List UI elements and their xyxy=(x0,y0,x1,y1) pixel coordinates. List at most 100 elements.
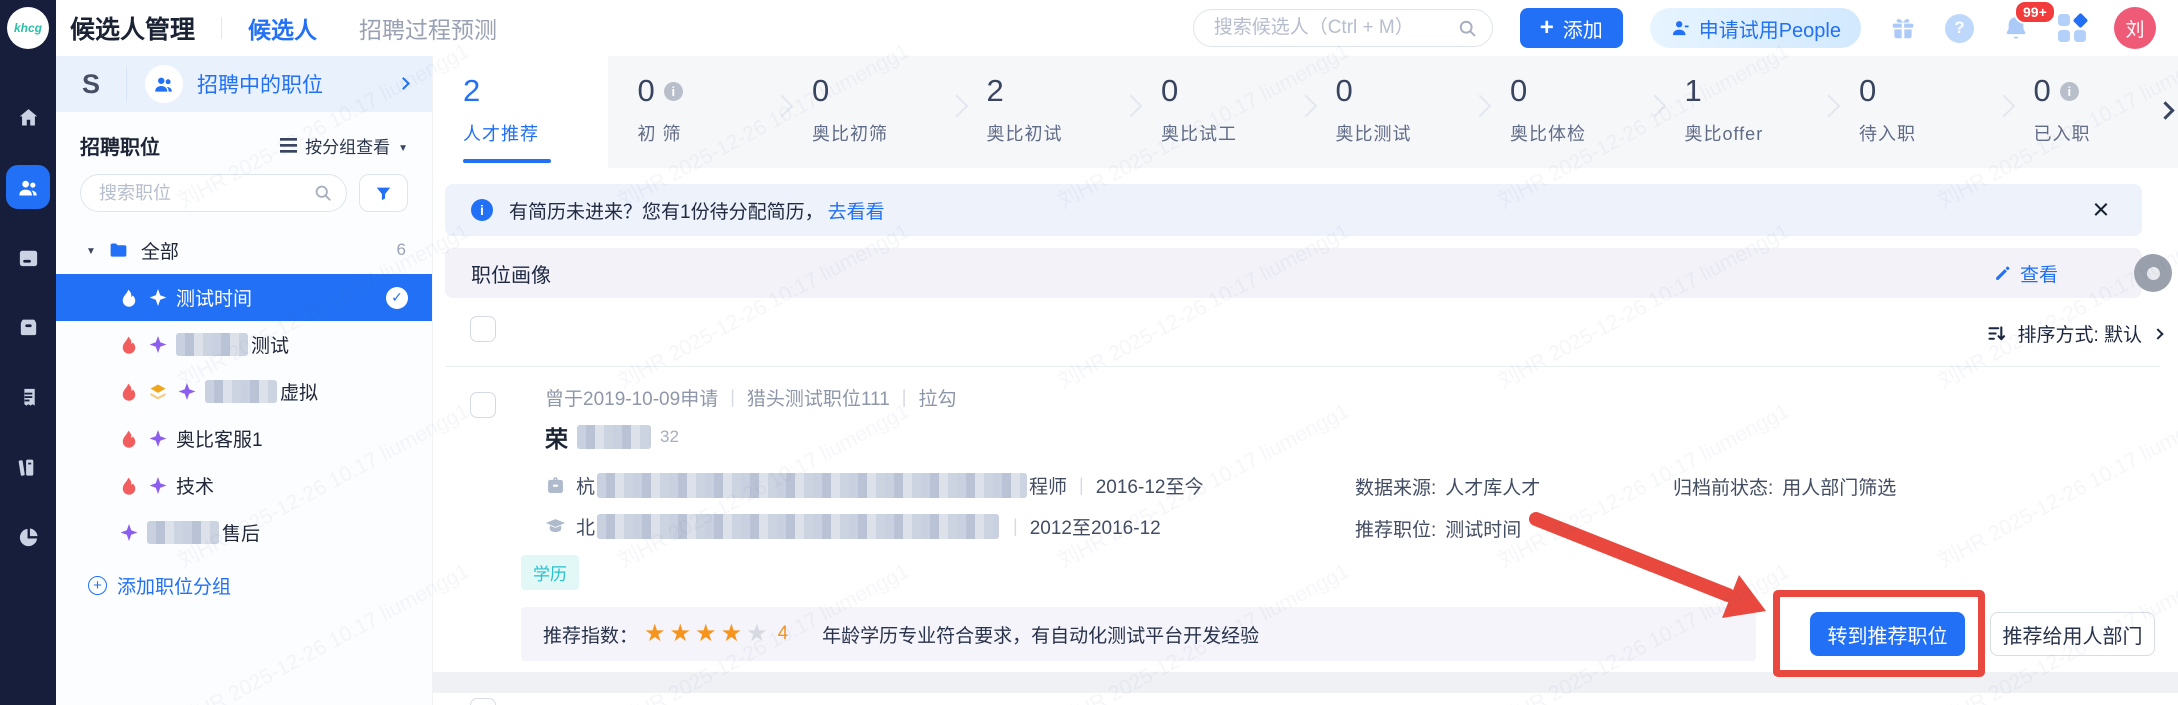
rail-item-home[interactable] xyxy=(6,95,50,139)
top-bar: 候选人管理 候选人 招聘过程预测 添加 申请试用People xyxy=(56,0,2178,56)
banner-text: 有简历未进来？您有1份待分配简历， xyxy=(509,201,824,223)
pipeline-stage-4[interactable]: 0 奥比试工 xyxy=(1131,56,1306,168)
field-recommended-job: 推荐职位: 测试时间 xyxy=(1355,520,1522,541)
sidebar-logo[interactable]: S xyxy=(56,69,126,100)
pipeline-stage-2[interactable]: 0 奥比初筛 xyxy=(782,56,957,168)
add-job-group-label: 添加职位分组 xyxy=(117,577,232,598)
sparkle-icon xyxy=(147,475,169,497)
layers-icon xyxy=(147,381,169,403)
pipeline-stage-8[interactable]: 0 待入职 xyxy=(1829,56,2004,168)
flame-icon xyxy=(118,428,140,450)
meta-source: 拉勾 xyxy=(918,389,957,410)
sidebar-job-item-0[interactable]: 测试时间 ✓ xyxy=(56,274,432,321)
flame-icon xyxy=(118,287,140,309)
candidate-card[interactable]: 曾于2019-10-09申请 | 猎头测试职位111 | 拉勾 荣 32 杭 程… xyxy=(433,367,2178,677)
job-search-input[interactable] xyxy=(97,181,277,205)
apps-grid-icon[interactable] xyxy=(2058,12,2089,43)
sidebar-job-item-1[interactable]: 测试 xyxy=(80,321,408,368)
header-tab-1[interactable]: 招聘过程预测 xyxy=(359,11,497,45)
rail-item-archive[interactable] xyxy=(6,305,50,349)
close-icon[interactable] xyxy=(2086,196,2116,225)
education-row: 北 | 2012至2016-12 xyxy=(545,513,1161,540)
stage-count: 0i xyxy=(638,73,783,109)
rail-item-people[interactable] xyxy=(6,165,50,209)
redacted-school xyxy=(597,514,1000,539)
folder-icon xyxy=(108,240,129,261)
plus-icon xyxy=(1540,16,1554,41)
stage-label: 奥比测试 xyxy=(1335,124,1412,144)
add-candidate-button[interactable]: 添加 xyxy=(1519,8,1623,48)
rail-item-report[interactable] xyxy=(6,375,50,419)
stage-count: 0i xyxy=(2034,73,2178,109)
pipeline-stage-5[interactable]: 0 奥比测试 xyxy=(1305,56,1480,168)
job-item-label: 技术 xyxy=(176,477,215,498)
sidebar-job-item-2[interactable]: 虚拟 xyxy=(80,368,408,415)
redacted-text xyxy=(176,333,248,356)
pipeline-stage-6[interactable]: 0 奥比体检 xyxy=(1480,56,1655,168)
view-profile-label: 查看 xyxy=(2019,264,2058,286)
graduation-cap-icon xyxy=(545,519,566,533)
sidebar-job-item-5[interactable]: 售后 xyxy=(80,509,408,556)
pencil-icon xyxy=(1996,266,2010,280)
next-candidate-checkbox[interactable] xyxy=(470,698,496,705)
rail-item-analytics[interactable] xyxy=(6,515,50,559)
candidate-search-input[interactable] xyxy=(1211,16,1442,40)
select-all-checkbox[interactable] xyxy=(470,316,496,342)
star-icon: ★ xyxy=(746,620,768,647)
stage-count: 0 xyxy=(1335,73,1353,108)
job-search[interactable] xyxy=(80,174,347,212)
meta-job: 猎头测试职位111 xyxy=(746,389,890,410)
header-tab-0[interactable]: 候选人 xyxy=(248,11,317,45)
move-to-recommended-button[interactable]: 转到推荐职位 xyxy=(1810,612,1965,656)
rail-item-calendar[interactable] xyxy=(6,235,50,279)
stage-count: 1 xyxy=(1684,73,1702,108)
pipeline-stage-7[interactable]: 1 奥比offer xyxy=(1654,56,1829,168)
stage-label: 奥比初试 xyxy=(986,124,1063,144)
avatar[interactable]: 刘 xyxy=(2114,7,2156,49)
candidate-search[interactable] xyxy=(1192,9,1493,47)
field-data-source: 数据来源: 人才库人才 xyxy=(1355,478,1541,499)
sort-control[interactable]: 排序方式: 默认 xyxy=(1986,320,2164,347)
candidate-checkbox[interactable] xyxy=(470,392,496,418)
sidebar-job-item-3[interactable]: 奥比客服1 xyxy=(80,415,408,462)
pipeline-stage-9[interactable]: 0 i 已入职 xyxy=(2003,56,2178,168)
trial-people-button[interactable]: 申请试用People xyxy=(1649,8,1861,48)
job-group-all[interactable]: 全部 6 xyxy=(80,232,408,268)
app-logo[interactable]: khcg xyxy=(7,7,49,49)
candidate-meta: 曾于2019-10-09申请 | 猎头测试职位111 | 拉勾 xyxy=(545,384,956,411)
filter-button[interactable] xyxy=(359,174,408,212)
job-item-label: 售后 xyxy=(222,524,261,545)
caret-down-icon xyxy=(398,136,408,156)
rail-item-library[interactable] xyxy=(6,445,50,489)
flame-icon xyxy=(118,334,140,356)
caret-down-icon[interactable] xyxy=(86,241,96,259)
gift-icon[interactable] xyxy=(1888,13,1918,43)
floating-assistant-button[interactable] xyxy=(2134,254,2172,292)
help-icon[interactable] xyxy=(1945,13,1974,43)
pipeline-stage-3[interactable]: 2 奥比初试 xyxy=(956,56,1131,168)
people-circle-icon xyxy=(145,65,183,103)
view-profile-link[interactable]: 查看 xyxy=(1993,260,2058,287)
chevron-right-icon xyxy=(2152,327,2164,340)
notifications-bell-icon[interactable]: 99+ xyxy=(2001,0,2056,43)
recommend-to-department-button[interactable]: 推荐给用人部门 xyxy=(1990,612,2155,656)
work-period: 2016-12至今 xyxy=(1095,477,1204,498)
job-group-all-label: 全部 xyxy=(140,241,179,263)
add-job-group-button[interactable]: 添加职位分组 xyxy=(80,572,408,599)
pipeline-stage-0[interactable]: 2 人才推荐 xyxy=(433,56,608,168)
candidate-age: 32 xyxy=(660,427,679,446)
redacted-company xyxy=(597,473,1028,498)
pipeline-stage-1[interactable]: 0i 初 筛 xyxy=(607,56,783,168)
education-tag: 学历 xyxy=(521,555,579,590)
chevron-right-icon[interactable] xyxy=(397,75,410,93)
work-experience-row: 杭 程师 | 2016-12至今 xyxy=(545,472,1203,499)
sort-icon xyxy=(1988,326,2006,341)
sidebar-job-item-4[interactable]: 技术 xyxy=(80,462,408,509)
banner-link[interactable]: 去看看 xyxy=(828,197,885,224)
briefcase-icon xyxy=(548,477,563,493)
candidate-name[interactable]: 荣 xyxy=(545,420,568,454)
sidebar-header-title[interactable]: 招聘中的职位 xyxy=(197,69,323,99)
group-view-toggle[interactable]: 按分组查看 xyxy=(280,133,408,158)
rail-items xyxy=(6,95,50,559)
nav-rail: khcg xyxy=(0,0,56,705)
